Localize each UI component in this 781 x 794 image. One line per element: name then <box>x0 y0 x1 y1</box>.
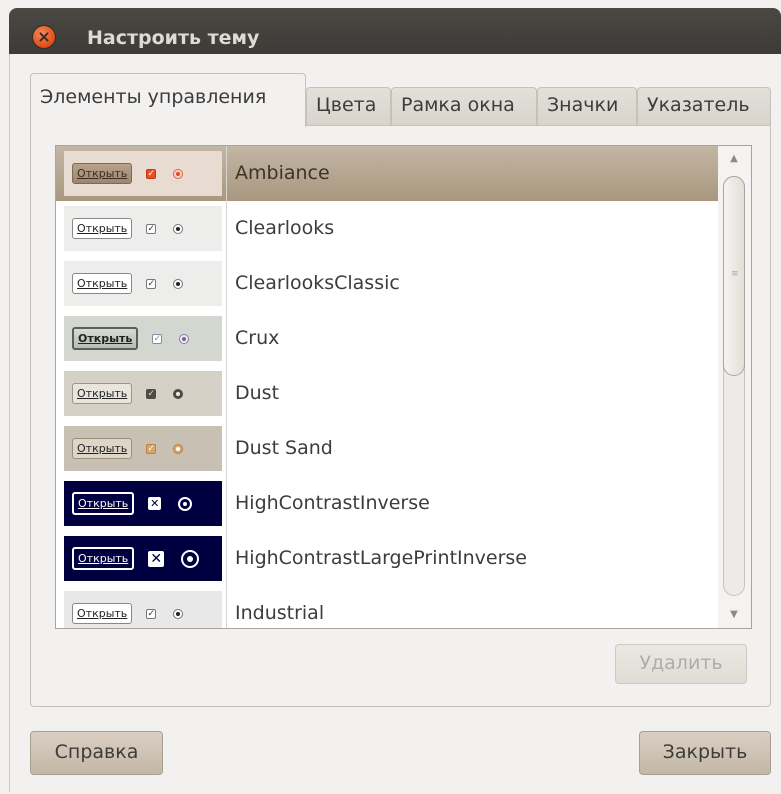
title-bar: Настроить тему <box>9 8 781 54</box>
scroll-up-arrow-icon[interactable]: ▲ <box>729 154 739 164</box>
checkbox-icon: ✓ <box>146 443 157 454</box>
theme-name: Crux <box>235 327 280 349</box>
list-item[interactable]: Открыть ✓ Dust <box>56 366 718 421</box>
radio-icon <box>173 388 184 399</box>
delete-button[interactable]: Удалить <box>615 644 747 684</box>
radio-icon <box>173 168 184 179</box>
help-button[interactable]: Справка <box>30 731 163 775</box>
theme-preview: Открыть ✓ <box>64 591 222 628</box>
checkbox-icon: ✓ <box>146 388 157 399</box>
preview-button: Открыть <box>72 218 133 239</box>
tab-label: Цвета <box>316 94 377 116</box>
vertical-scrollbar[interactable]: ▲ ≡ ▼ <box>718 146 751 628</box>
theme-list: Открыть ✓ Ambiance Открыть ✓ Clearlooks … <box>55 145 752 629</box>
theme-preview: Открыть ✕ <box>64 536 222 581</box>
radio-icon <box>181 549 200 568</box>
theme-name: HighContrastLargePrintInverse <box>235 547 527 569</box>
preview-button: Открыть <box>72 492 135 515</box>
theme-list-rows: Открыть ✓ Ambiance Открыть ✓ Clearlooks … <box>56 146 718 628</box>
tab-label: Указатель <box>647 94 750 116</box>
tab-colors[interactable]: Цвета <box>306 87 391 125</box>
checkbox-icon: ✓ <box>152 333 163 344</box>
tab-controls[interactable]: Элементы управления <box>30 73 306 127</box>
preview-button: Открыть <box>72 327 139 350</box>
list-item[interactable]: Открыть ✓ Industrial <box>56 586 718 628</box>
radio-icon <box>179 333 190 344</box>
theme-name: Clearlooks <box>235 217 335 239</box>
radio-icon <box>173 443 184 454</box>
checkbox-icon: ✕ <box>148 550 165 567</box>
close-button[interactable]: Закрыть <box>639 731 771 775</box>
preview-button: Открыть <box>72 273 133 294</box>
tab-icons[interactable]: Значки <box>537 87 637 125</box>
radio-icon <box>173 223 184 234</box>
window-title: Настроить тему <box>87 27 260 49</box>
theme-name: Ambiance <box>235 162 330 184</box>
checkbox-icon: ✓ <box>146 608 157 619</box>
radio-icon <box>173 608 184 619</box>
close-window-icon[interactable] <box>33 26 55 48</box>
theme-name: Industrial <box>235 602 325 624</box>
preview-button: Открыть <box>72 383 133 404</box>
tab-pointer[interactable]: Указатель <box>637 87 771 125</box>
tab-window-border[interactable]: Рамка окна <box>391 87 537 125</box>
list-item[interactable]: Открыть ✕ HighContrastInverse <box>56 476 718 531</box>
scrollbar-thumb[interactable]: ≡ <box>723 176 745 376</box>
list-item[interactable]: Открыть ✓ Crux <box>56 311 718 366</box>
tab-label: Значки <box>547 94 619 116</box>
theme-preview: Открыть ✕ <box>64 481 222 526</box>
preview-button: Открыть <box>72 438 133 459</box>
preview-button: Открыть <box>72 603 133 624</box>
checkbox-icon: ✓ <box>146 223 157 234</box>
list-item[interactable]: Открыть ✓ ClearlooksClassic <box>56 256 718 311</box>
theme-name: ClearlooksClassic <box>235 272 400 294</box>
grip-icon: ≡ <box>731 269 739 279</box>
theme-preview: Открыть ✓ <box>64 151 222 196</box>
theme-name: Dust Sand <box>235 437 333 459</box>
checkbox-icon: ✓ <box>146 278 157 289</box>
radio-icon <box>173 278 184 289</box>
theme-preview: Открыть ✓ <box>64 426 222 471</box>
tab-label: Рамка окна <box>401 94 515 116</box>
checkbox-icon: ✕ <box>148 497 162 510</box>
list-item[interactable]: Открыть ✕ HighContrastLargePrintInverse <box>56 531 718 586</box>
list-item[interactable]: Открыть ✓ Clearlooks <box>56 201 718 256</box>
theme-preview: Открыть ✓ <box>64 371 222 416</box>
theme-name: HighContrastInverse <box>235 492 430 514</box>
theme-preview: Открыть ✓ <box>64 316 222 361</box>
theme-preview: Открыть ✓ <box>64 206 222 251</box>
theme-preview: Открыть ✓ <box>64 261 222 306</box>
checkbox-icon: ✓ <box>146 168 157 179</box>
column-divider <box>226 146 227 628</box>
scroll-down-arrow-icon[interactable]: ▼ <box>729 610 739 620</box>
preview-button: Открыть <box>72 547 135 570</box>
radio-icon <box>178 496 193 511</box>
tab-label: Элементы управления <box>40 86 267 108</box>
theme-name: Dust <box>235 382 280 404</box>
preview-button: Открыть <box>72 163 133 184</box>
list-item[interactable]: Открыть ✓ Ambiance <box>56 146 718 201</box>
list-item[interactable]: Открыть ✓ Dust Sand <box>56 421 718 476</box>
